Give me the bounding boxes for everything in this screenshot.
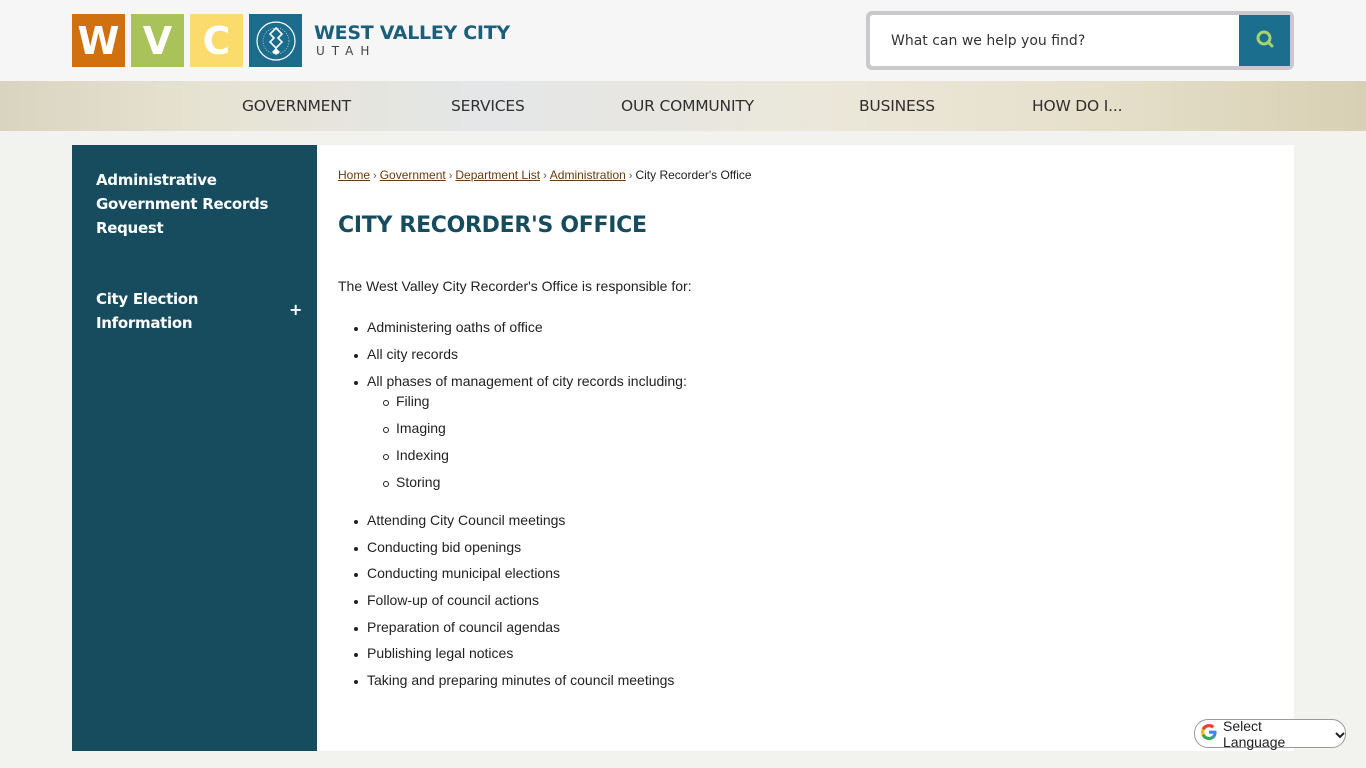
search-input[interactable]	[870, 15, 1239, 66]
list-item: Preparation of council agendas	[354, 619, 687, 646]
nav-business[interactable]: BUSINESS	[859, 81, 935, 131]
list-item: All city records	[354, 346, 687, 373]
breadcrumb-administration[interactable]: Administration	[550, 168, 626, 182]
list-item: Administering oaths of office	[354, 319, 687, 346]
sidebar-item-election-info[interactable]: City Election Information	[96, 287, 246, 335]
list-item: Taking and preparing minutes of council …	[354, 672, 687, 699]
nav-services[interactable]: SERVICES	[451, 81, 525, 131]
breadcrumb-department-list[interactable]: Department List	[455, 168, 540, 182]
breadcrumb-government[interactable]: Government	[380, 168, 446, 182]
list-item-text: All phases of management of city records…	[367, 373, 687, 389]
sidebar-item-records-request[interactable]: Administrative Government Records Reques…	[96, 168, 296, 240]
plus-icon[interactable]: +	[289, 300, 302, 319]
sidebar: Administrative Government Records Reques…	[72, 145, 317, 751]
sublist-item: Storing	[383, 474, 687, 512]
logo-title: WEST VALLEY CITY	[314, 22, 510, 44]
logo-subtitle: UTAH	[316, 44, 377, 58]
sublist-item: Indexing	[383, 447, 687, 474]
sublist-item: Filing	[383, 393, 687, 420]
responsibilities-list: Administering oaths of office All city r…	[354, 319, 687, 699]
site-logo[interactable]: W V C WEST VALLEY CITY UTAH	[72, 14, 510, 67]
nav-how-do-i[interactable]: HOW DO I...	[1032, 81, 1123, 131]
intro-text: The West Valley City Recorder's Office i…	[338, 278, 692, 294]
breadcrumb-separator: ›	[628, 170, 633, 182]
nav-our-community[interactable]: OUR COMMUNITY	[621, 81, 754, 131]
breadcrumb-separator: ›	[373, 170, 377, 182]
list-item: Attending City Council meetings	[354, 512, 687, 539]
list-item: Conducting bid openings	[354, 539, 687, 566]
logo-tile-c: C	[190, 14, 243, 67]
records-phases-sublist: Filing Imaging Indexing Storing	[383, 393, 687, 512]
city-seal-icon	[249, 14, 302, 67]
sublist-item: Imaging	[383, 420, 687, 447]
google-icon	[1199, 722, 1219, 745]
breadcrumb-separator: ›	[448, 170, 453, 182]
chevron-down-icon	[1335, 726, 1345, 742]
breadcrumb-current: City Recorder's Office	[635, 168, 752, 182]
breadcrumb: Home › Government › Department List › Administ…	[338, 168, 752, 182]
nav-government[interactable]: GOVERNMENT	[242, 81, 351, 131]
site-header: W V C WEST VALLEY CITY UTAH	[0, 0, 1366, 81]
list-item: All phases of management of city records…	[354, 373, 687, 512]
search-icon	[1255, 29, 1275, 52]
list-item: Follow-up of council actions	[354, 592, 687, 619]
search-button[interactable]	[1239, 15, 1290, 66]
list-item: Publishing legal notices	[354, 645, 687, 672]
breadcrumb-home[interactable]: Home	[338, 168, 370, 182]
breadcrumb-separator: ›	[543, 170, 547, 182]
main-content: Home › Government › Department List › Administ…	[317, 145, 1294, 751]
page-title: CITY RECORDER'S OFFICE	[338, 213, 647, 238]
language-select[interactable]: Select Language	[1194, 717, 1346, 750]
logo-tile-w: W	[72, 14, 125, 67]
search-bar	[866, 11, 1294, 70]
logo-tile-v: V	[131, 14, 184, 67]
language-select-label: Select Language	[1223, 717, 1286, 750]
main-nav: GOVERNMENT SERVICES OUR COMMUNITY BUSINE…	[0, 81, 1366, 131]
list-item: Conducting municipal elections	[354, 565, 687, 592]
